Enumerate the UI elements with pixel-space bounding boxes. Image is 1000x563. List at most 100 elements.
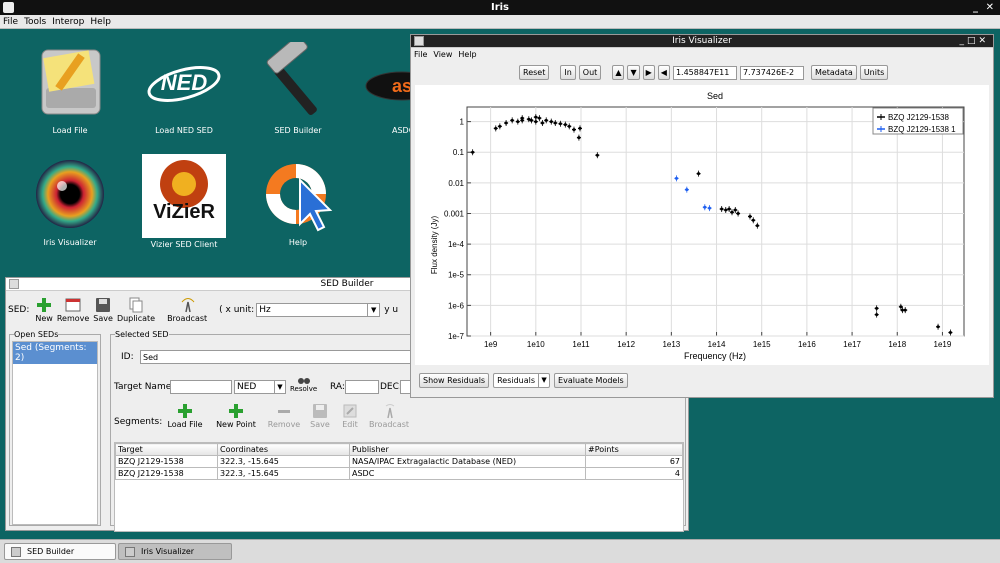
floppy-icon — [313, 404, 327, 418]
table-row[interactable]: BZQ J2129-1538 322.3, -15.645 NASA/IPAC … — [115, 455, 683, 468]
table-cell-target: BZQ J2129-1538 — [115, 467, 218, 480]
save-segment-button[interactable]: Save — [307, 403, 333, 429]
app-icon — [3, 2, 14, 13]
x-unit-select[interactable]: Hz ▼ — [256, 303, 381, 317]
evaluate-models-button[interactable]: Evaluate Models — [554, 373, 628, 388]
zoom-out-button[interactable]: Out — [578, 65, 602, 80]
x-tick-label: 1e12 — [617, 340, 635, 349]
taskbar-sed-builder-label: SED Builder — [27, 547, 75, 556]
table-cell-coordinates: 322.3, -15.645 — [217, 455, 350, 468]
pan-right-button[interactable]: ▶ — [642, 65, 655, 80]
data-point-marker — [936, 325, 940, 329]
new-point-button[interactable]: New Point — [211, 403, 261, 429]
plot-area[interactable]: Sed Frequency (Hz) Flux density (Jy) 1e9… — [415, 85, 989, 365]
data-point-marker — [875, 306, 879, 310]
target-name-field[interactable] — [170, 380, 232, 394]
plus-icon — [229, 404, 243, 418]
taskbar-sed-builder[interactable]: SED Builder — [4, 543, 116, 560]
segments-label: Segments: — [114, 417, 163, 427]
broadcast-segment-button[interactable]: Broadcast — [367, 403, 411, 429]
data-point-marker — [504, 121, 508, 125]
close-icon[interactable]: ✕ — [986, 0, 994, 15]
desktop-icon-vizier-sed-client[interactable]: ViZieR Vizier SED Client — [134, 154, 234, 249]
broadcast-button[interactable]: Broadcast — [167, 297, 207, 323]
viz-menu-view[interactable]: View — [430, 50, 455, 59]
pan-down-button[interactable]: ▼ — [627, 65, 640, 80]
table-cell-publisher: ASDC — [349, 467, 586, 480]
data-point-marker — [703, 205, 707, 209]
app-titlebar: Iris _ ✕ — [0, 0, 1000, 15]
table-header-target[interactable]: Target — [115, 443, 218, 456]
legend-label: BZQ J2129-1538 — [888, 113, 949, 122]
data-point-marker — [903, 308, 907, 312]
save-segment-label: Save — [310, 420, 330, 429]
x-coordinate-field[interactable]: 1.458847E11 — [672, 65, 737, 80]
data-point-marker — [875, 313, 879, 317]
table-cell-points: 67 — [585, 455, 683, 468]
desktop-icon-load-ned-sed[interactable]: NED Load NED SED — [134, 42, 234, 135]
sed-builder-title: SED Builder — [320, 279, 374, 289]
window-controls-icon[interactable]: _□✕ — [959, 35, 989, 48]
viz-menu-help[interactable]: Help — [455, 50, 479, 59]
minimize-icon[interactable]: _ — [973, 0, 978, 15]
visualizer-toolbar: Reset In Out ▲ ▼ ▶ ◀ 1.458847E11 7.73742… — [519, 65, 889, 80]
desktop-icon-sed-builder[interactable]: SED Builder — [248, 35, 348, 135]
desktop-icon-help[interactable]: Help — [248, 154, 348, 247]
menu-interop[interactable]: Interop — [49, 15, 87, 29]
data-point-marker — [748, 214, 752, 218]
pan-up-button[interactable]: ▲ — [612, 65, 625, 80]
y-tick-label: 1e-4 — [448, 240, 465, 249]
data-point-marker — [675, 176, 679, 180]
id-field[interactable] — [140, 350, 440, 364]
pan-left-button[interactable]: ◀ — [657, 65, 670, 80]
viz-menu-file[interactable]: File — [411, 50, 430, 59]
zoom-in-button[interactable]: In — [560, 65, 576, 80]
new-button[interactable]: New — [35, 297, 53, 323]
data-point-marker — [494, 126, 498, 130]
segment-toolbar: Load File New Point Remove Save Edit Bro… — [163, 403, 415, 429]
menu-help[interactable]: Help — [87, 15, 114, 29]
window-icon — [125, 547, 135, 557]
table-header-publisher[interactable]: Publisher — [349, 443, 586, 456]
reset-button[interactable]: Reset — [519, 65, 550, 80]
visualizer-title: Iris Visualizer — [672, 36, 732, 46]
metadata-button[interactable]: Metadata — [810, 65, 857, 80]
remove-segment-button[interactable]: Remove — [265, 403, 303, 429]
desktop-icon-label: Load NED SED — [155, 126, 213, 135]
duplicate-button[interactable]: Duplicate — [117, 297, 155, 323]
desktop-icon-load-file[interactable]: Load File — [20, 42, 120, 135]
residuals-select[interactable]: Residuals ▼ — [493, 373, 551, 388]
y-coordinate-field[interactable]: 7.737426E-2 — [739, 65, 804, 80]
load-file-button[interactable]: Load File — [163, 403, 207, 429]
data-point-marker — [755, 224, 759, 228]
desktop-icon-iris-visualizer[interactable]: Iris Visualizer — [20, 154, 120, 247]
taskbar-iris-visualizer[interactable]: Iris Visualizer — [118, 543, 232, 560]
ra-label: RA: — [330, 382, 345, 392]
sed-chart[interactable]: Sed Frequency (Hz) Flux density (Jy) 1e9… — [415, 85, 989, 365]
data-point-marker — [727, 207, 731, 211]
resolve-button[interactable]: Resolve — [290, 375, 317, 393]
ned-logo-text: NED — [161, 70, 208, 95]
open-seds-label: Open SEDs — [14, 330, 59, 339]
y-tick-label: 1e-5 — [448, 271, 465, 280]
menu-tools[interactable]: Tools — [21, 15, 49, 29]
resolver-select[interactable]: NED ▼ — [234, 380, 286, 394]
table-header-points[interactable]: #Points — [585, 443, 683, 456]
x-tick-label: 1e11 — [572, 340, 590, 349]
menu-file[interactable]: File — [0, 15, 21, 29]
y-tick-label: 1e-6 — [448, 301, 465, 310]
data-point-marker — [724, 208, 728, 212]
open-sed-item[interactable]: Sed (Segments: 2) — [13, 342, 97, 364]
units-button[interactable]: Units — [859, 65, 889, 80]
save-button[interactable]: Save — [93, 297, 113, 323]
ra-field[interactable] — [345, 380, 379, 394]
show-residuals-button[interactable]: Show Residuals — [419, 373, 490, 388]
data-point-marker — [520, 118, 524, 122]
edit-segment-button[interactable]: Edit — [337, 403, 363, 429]
table-row[interactable]: BZQ J2129-1538 322.3, -15.645 ASDC 4 — [115, 467, 683, 480]
remove-button[interactable]: Remove — [57, 297, 89, 323]
table-header-coordinates[interactable]: Coordinates — [217, 443, 350, 456]
selected-sed-label: Selected SED — [115, 330, 169, 339]
desktop-icon-asdc[interactable]: as ASDC — [362, 42, 410, 135]
data-point-marker — [948, 331, 952, 335]
